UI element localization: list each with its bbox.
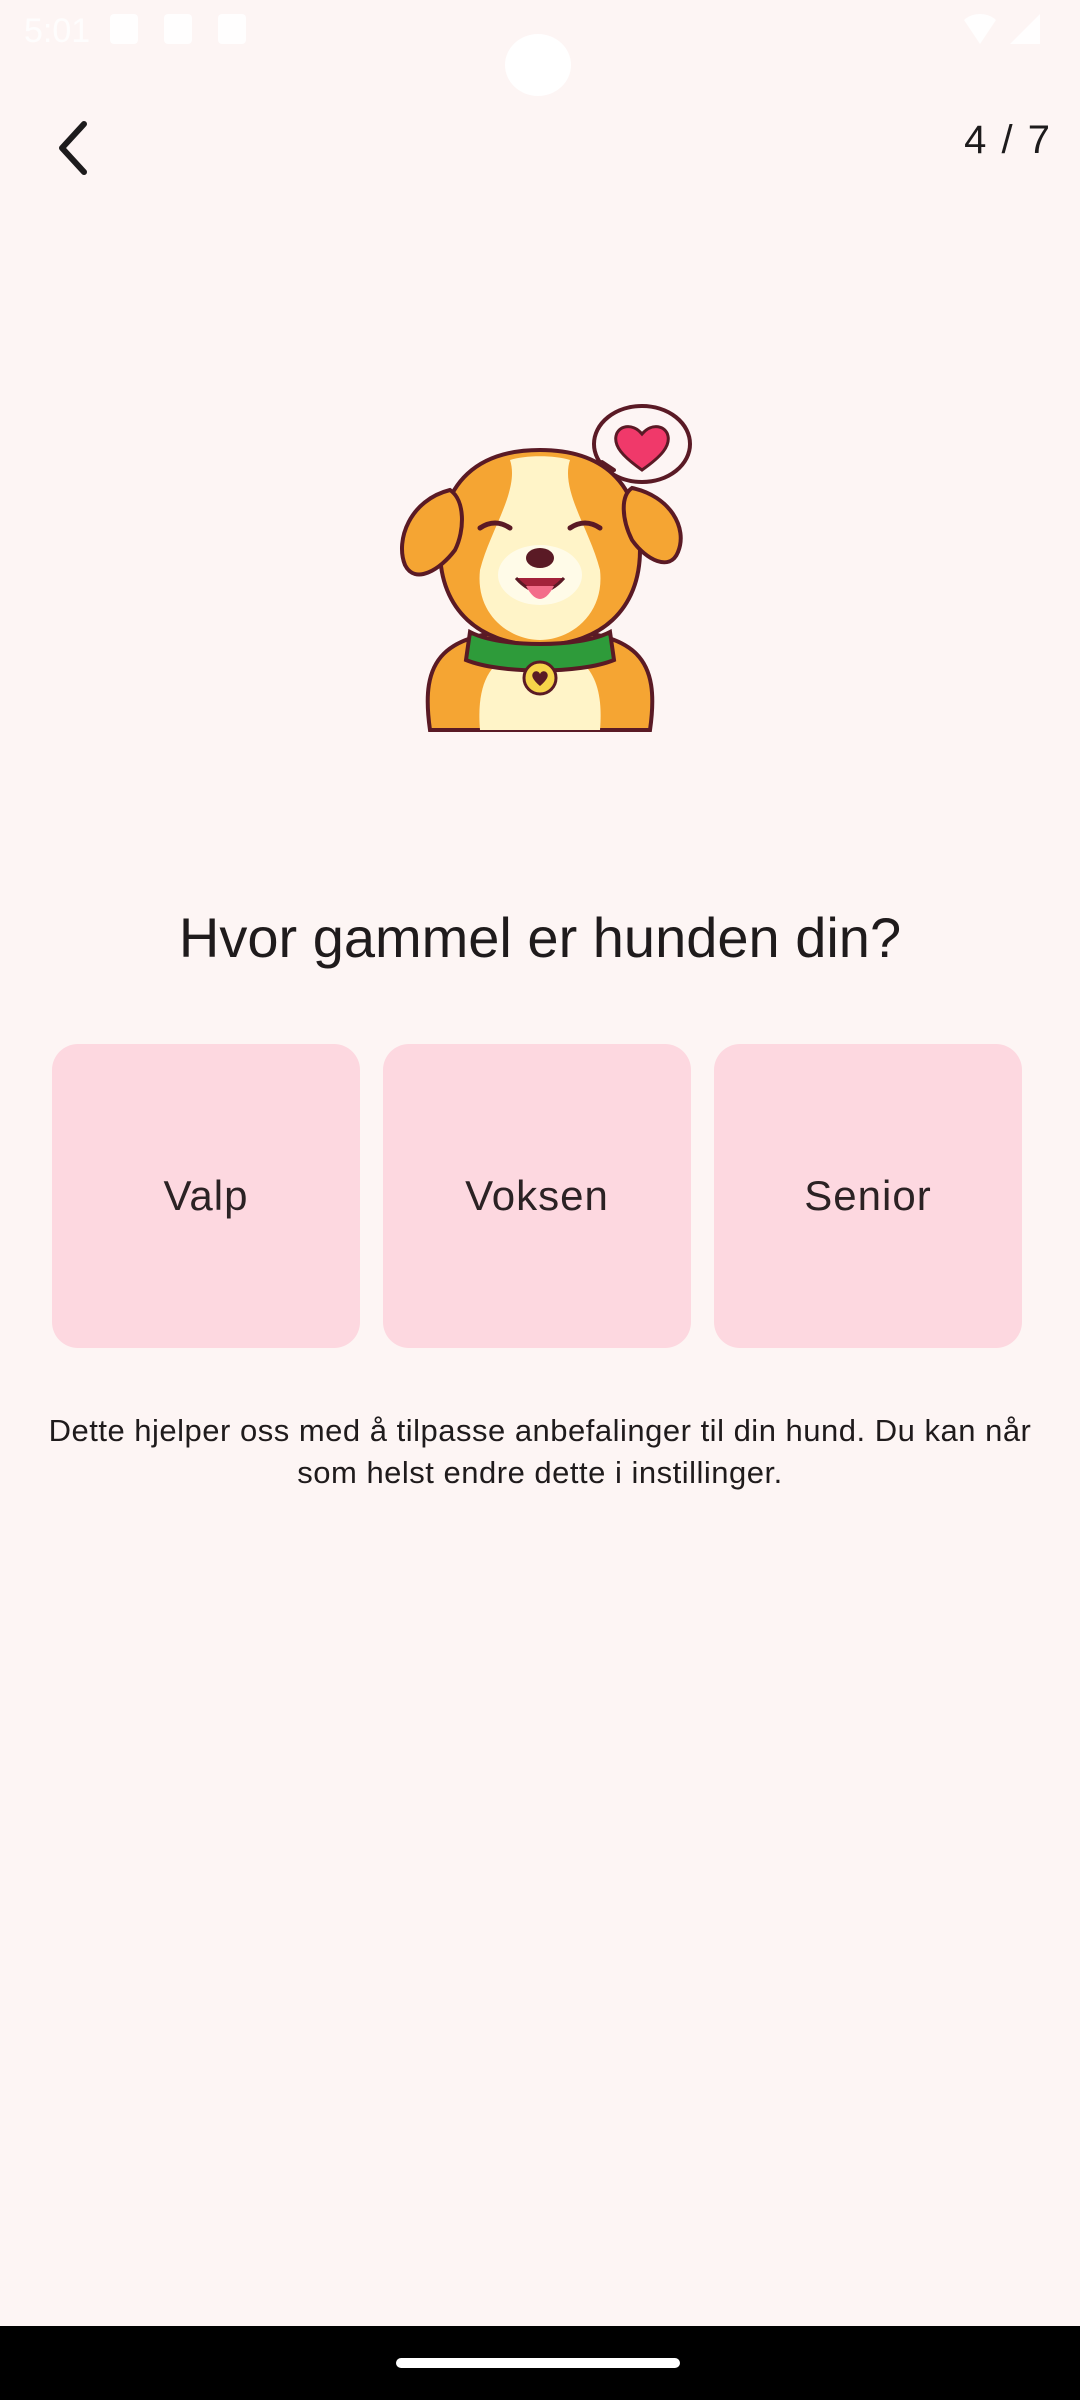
helper-text: Dette hjelper oss med å tilpasse anbefal… bbox=[48, 1413, 1032, 1490]
status-notification-icons bbox=[110, 14, 246, 44]
option-adult[interactable]: Voksen bbox=[383, 1044, 691, 1348]
shield-icon bbox=[110, 14, 138, 44]
clipboard-icon bbox=[218, 14, 246, 44]
back-button[interactable] bbox=[40, 106, 110, 190]
status-system-icons bbox=[960, 14, 1040, 44]
chevron-left-icon bbox=[59, 121, 87, 175]
dog-with-heart-illustration bbox=[400, 404, 692, 732]
signal-icon bbox=[1010, 14, 1040, 44]
home-indicator[interactable] bbox=[396, 2358, 680, 2368]
status-time: 5:01 bbox=[24, 12, 91, 50]
wifi-icon bbox=[960, 14, 1000, 44]
navigation-bar bbox=[0, 2326, 1080, 2400]
step-counter: 4 / 7 bbox=[964, 118, 1052, 162]
age-options: Valp Voksen Senior bbox=[52, 1044, 1022, 1348]
option-senior[interactable]: Senior bbox=[714, 1044, 1022, 1348]
screen: 5:01 4 / 7 Hvor gammel er hunden din? Va… bbox=[0, 0, 1080, 2400]
camera-cutout bbox=[505, 34, 571, 96]
option-puppy[interactable]: Valp bbox=[52, 1044, 360, 1348]
accessibility-icon bbox=[164, 14, 192, 44]
question-title: Hvor gammel er hunden din? bbox=[178, 906, 902, 969]
